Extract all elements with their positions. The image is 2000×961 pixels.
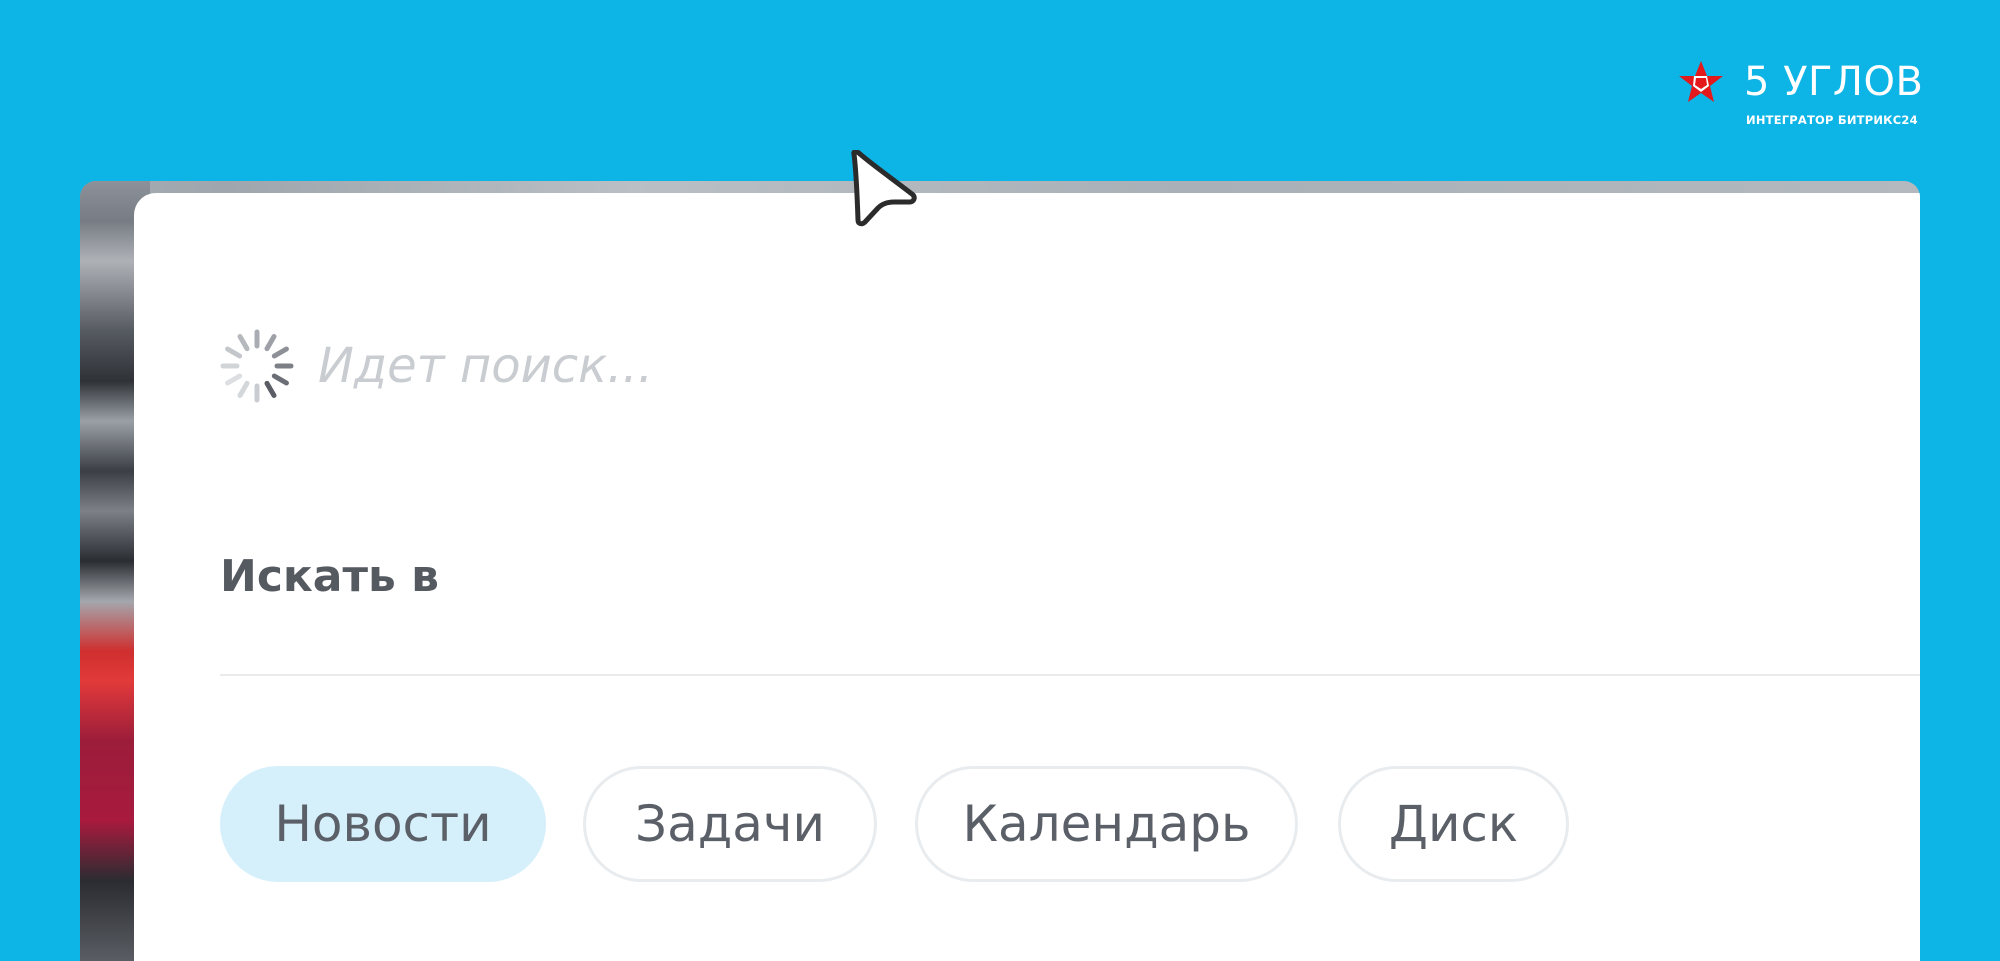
brand-subtitle: ИНТЕГРАТОР БИТРИКС24 — [1746, 113, 1918, 127]
search-input[interactable] — [318, 334, 1018, 398]
filter-chip-disk[interactable]: Диск — [1338, 766, 1569, 882]
search-scope-title: Искать в — [220, 551, 439, 602]
mouse-cursor-icon — [851, 150, 917, 227]
filter-chip-tasks[interactable]: Задачи — [583, 766, 877, 882]
filter-chip-news[interactable]: Новости — [220, 766, 546, 882]
pentagon-star-logo-icon — [1679, 61, 1723, 102]
filter-chip-calendar[interactable]: Календарь — [915, 766, 1298, 882]
brand-title: 5 УГЛОВ — [1744, 59, 1924, 105]
brand-logo: 5 УГЛОВ ИНТЕГРАТОР БИТРИКС24 — [1676, 55, 1924, 133]
divider — [220, 674, 1920, 676]
loading-spinner-icon — [220, 329, 294, 403]
